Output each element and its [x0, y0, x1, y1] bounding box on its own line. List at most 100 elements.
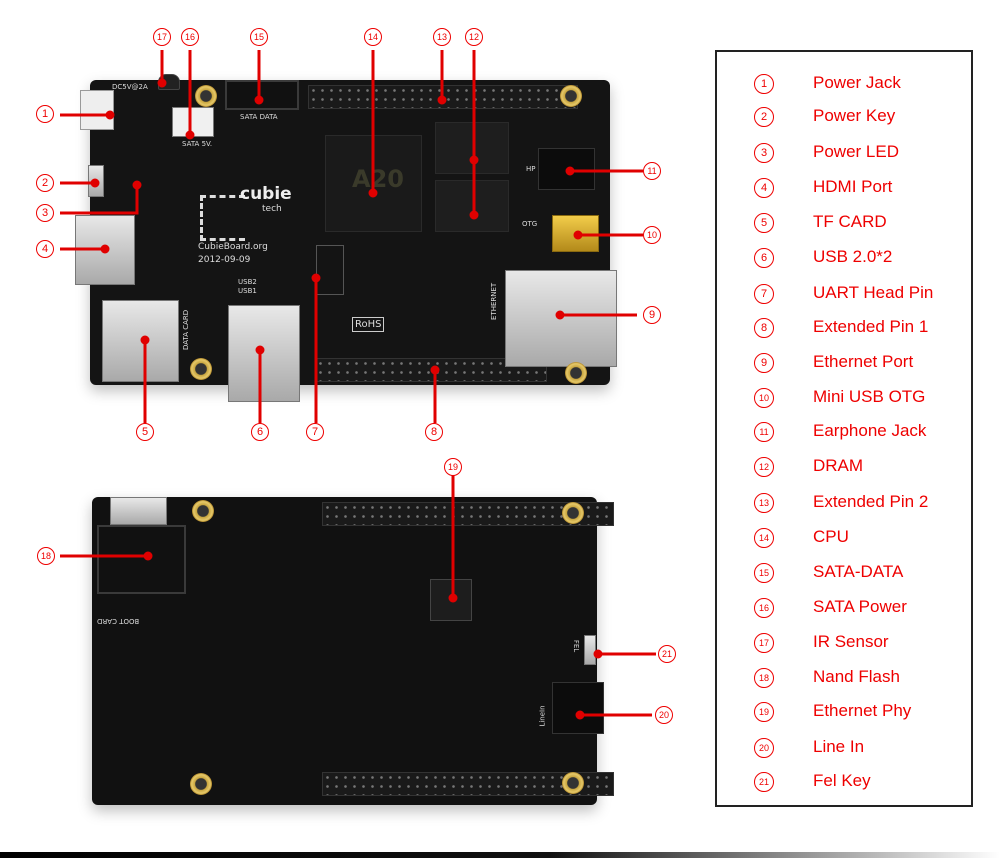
silk-cpu-mark: A20: [352, 165, 404, 193]
dram-chip-2: [435, 180, 509, 232]
legend-item: 14 CPU: [717, 524, 971, 552]
silk-hp: HP: [526, 165, 536, 173]
power-jack: [80, 90, 114, 130]
legend-label: Extended Pin 2: [813, 492, 929, 511]
legend-item: 4 HDMI Port: [717, 174, 971, 202]
callout-number-5: 5: [136, 423, 154, 441]
callout-number-7: 7: [306, 423, 324, 441]
line-in-jack: [552, 682, 604, 734]
legend-item: 19 Ethernet Phy: [717, 698, 971, 726]
mini-usb-otg: [552, 215, 599, 252]
silk-fel: FEL: [572, 639, 581, 653]
silk-brand: cubie: [240, 184, 292, 204]
footer-divider: [0, 852, 1000, 858]
legend-number: 8: [754, 318, 774, 338]
legend-number: 21: [754, 772, 774, 792]
callout-number-2: 2: [36, 174, 54, 192]
callout-number-20: 20: [655, 706, 673, 724]
mount-hole: [560, 85, 582, 107]
legend-label: Power Key: [813, 106, 896, 125]
legend-number: 17: [754, 633, 774, 653]
silk-sata-data: SATA DATA: [240, 113, 278, 121]
legend-item: 7 UART Head Pin: [717, 280, 971, 308]
callout-number-6: 6: [251, 423, 269, 441]
silk-line-in: LineIn: [538, 705, 547, 727]
legend-number: 2: [754, 107, 774, 127]
silk-ethernet: ETHERNET: [490, 282, 498, 320]
silk-power-label: DC5V@2A: [112, 83, 148, 91]
legend-number: 19: [754, 702, 774, 722]
mount-hole: [195, 85, 217, 107]
legend-number: 10: [754, 388, 774, 408]
legend-number: 11: [754, 422, 774, 442]
legend-number: 13: [754, 493, 774, 513]
sata-data-connector: [225, 80, 299, 110]
callout-number-10: 10: [643, 226, 661, 244]
callout-number-11: 11: [643, 162, 661, 180]
legend-item: 18 Nand Flash: [717, 664, 971, 692]
legend-label: SATA Power: [813, 597, 907, 616]
legend-label: CPU: [813, 527, 849, 546]
callout-number-21: 21: [658, 645, 676, 663]
legend-item: 6 USB 2.0*2: [717, 244, 971, 272]
tf-card-slot: [102, 300, 179, 382]
legend-number: 15: [754, 563, 774, 583]
legend-label: Nand Flash: [813, 667, 900, 686]
mount-hole: [562, 772, 584, 794]
silk-data-card: DATA CARD: [182, 309, 190, 350]
nand-flash-chip: [97, 525, 186, 594]
mount-hole: [190, 773, 212, 795]
dram-chip-1: [435, 122, 509, 174]
legend-label: DRAM: [813, 456, 864, 475]
legend-item: 20 Line In: [717, 734, 971, 762]
legend-label: IR Sensor: [813, 632, 889, 651]
legend-item: 15 SATA-DATA: [717, 559, 971, 587]
legend-item: 17 IR Sensor: [717, 629, 971, 657]
legend-panel: 1 Power Jack 2 Power Key 3 Power LED 4 HDMI …: [715, 50, 973, 807]
earphone-jack: [538, 148, 595, 190]
mount-hole: [565, 362, 587, 384]
legend-label: Mini USB OTG: [813, 387, 926, 406]
silk-otg: OTG: [522, 220, 538, 228]
callout-number-19: 19: [444, 458, 462, 476]
sata-power-connector: [172, 107, 214, 137]
callout-number-14: 14: [364, 28, 382, 46]
silk-url: CubieBoard.org: [198, 242, 268, 252]
legend-item: 10 Mini USB OTG: [717, 384, 971, 412]
legend-number: 4: [754, 178, 774, 198]
legend-label: Earphone Jack: [813, 421, 927, 440]
callout-number-8: 8: [425, 423, 443, 441]
legend-label: UART Head Pin: [813, 283, 934, 302]
tf-card-underside: [110, 497, 167, 525]
legend-number: 5: [754, 213, 774, 233]
fel-key: [584, 635, 596, 665]
mount-hole: [562, 502, 584, 524]
legend-number: 6: [754, 248, 774, 268]
legend-item: 3 Power LED: [717, 139, 971, 167]
extended-pin-header-2: [308, 85, 578, 109]
silk-usb-labels: USB2 USB1: [238, 278, 257, 295]
legend-number: 9: [754, 353, 774, 373]
legend-number: 16: [754, 598, 774, 618]
legend-label: Extended Pin 1: [813, 317, 929, 336]
legend-item: 9 Ethernet Port: [717, 349, 971, 377]
silk-rohs: RoHS: [352, 317, 385, 332]
legend-item: 1 Power Jack: [717, 70, 971, 98]
legend-number: 12: [754, 457, 774, 477]
callout-number-13: 13: [433, 28, 451, 46]
callout-number-17: 17: [153, 28, 171, 46]
uart-header: [316, 245, 344, 295]
silk-date: 2012-09-09: [198, 255, 251, 265]
ethernet-phy-chip: [430, 579, 472, 621]
legend-item: 8 Extended Pin 1: [717, 314, 971, 342]
legend-label: HDMI Port: [813, 177, 893, 196]
legend-number: 3: [754, 143, 774, 163]
silk-brand-sub: tech: [262, 204, 282, 214]
callout-number-4: 4: [36, 240, 54, 258]
legend-number: 1: [754, 74, 774, 94]
cubie-logo-mark: [200, 195, 245, 241]
power-key: [88, 165, 104, 197]
legend-item: 11 Earphone Jack: [717, 418, 971, 446]
legend-label: Line In: [813, 737, 865, 756]
legend-number: 7: [754, 284, 774, 304]
